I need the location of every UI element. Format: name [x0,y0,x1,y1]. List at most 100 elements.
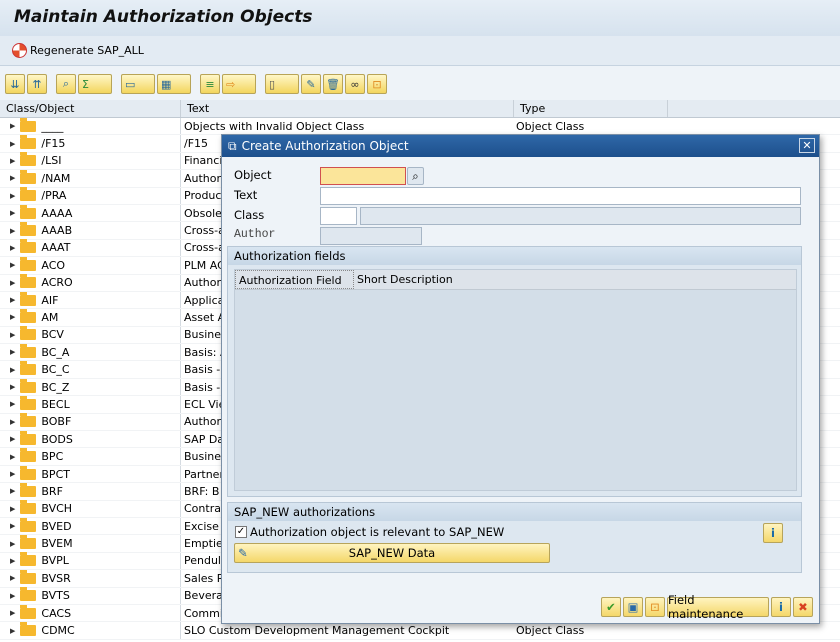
text-input[interactable] [320,187,801,205]
authorization-fields-table[interactable]: Authorization Field Short Description [234,269,797,491]
column-authorization-field[interactable]: Authorization Field [235,270,354,289]
expand-icon[interactable]: ▶ [10,174,15,182]
expand-icon[interactable]: ▶ [10,522,15,530]
class-description [360,207,801,225]
table-row[interactable]: ▶ CDMC SLO Custom Development Management C… [0,622,840,640]
expand-icon[interactable]: ▶ [10,383,15,391]
column-header-text[interactable]: Text [181,100,514,117]
info-icon[interactable]: i [771,597,791,617]
field-maintenance-button[interactable]: Field maintenance [667,593,769,621]
where-used-icon[interactable]: ∞ [345,74,365,94]
expand-icon[interactable]: ▶ [10,227,15,235]
class-name: ACRO [41,276,73,290]
column-short-description[interactable]: Short Description [354,270,456,289]
cancel-icon[interactable]: ✖ [793,597,813,617]
expand-icon[interactable]: ▶ [10,487,15,495]
table-row[interactable]: ▶ ____ Objects with Invalid Object Class Ob… [0,117,840,136]
search-help-icon[interactable]: ⌕ [407,167,424,185]
export-icon[interactable]: ⇨ [222,74,256,94]
expand-icon[interactable]: ▶ [10,348,15,356]
sort-icon[interactable]: ≡ [200,74,220,94]
expand-icon[interactable]: ▶ [10,157,15,165]
expand-icon[interactable]: ▶ [10,592,15,600]
text-cell: Objects with Invalid Object Class [184,119,365,133]
class-name: ____ [41,119,64,133]
folder-icon [20,343,37,358]
class-cell: ▶ BVED [0,517,181,535]
class-cell: ▶ /PRA [0,187,181,204]
expand-icon[interactable]: ▶ [10,470,15,478]
authorization-icon[interactable]: ⊡ [645,597,665,617]
folder-icon [20,222,37,237]
expand-icon[interactable]: ▶ [10,209,15,217]
text-cell: SLO Custom Development Management Cockpi… [184,624,450,638]
print-icon[interactable]: ▭ [121,74,155,94]
regenerate-label: Regenerate SAP_ALL [30,44,144,57]
sap-new-data-button[interactable]: ✎ SAP_NEW Data [234,543,550,563]
new-document-icon[interactable]: ▯ [265,74,299,94]
delete-icon[interactable]: 🗑 [323,74,343,94]
class-name: BPCT [41,467,70,481]
expand-icon[interactable]: ▶ [10,505,15,513]
author-field [320,227,422,245]
expand-icon[interactable]: ▶ [10,279,15,287]
layout-icon[interactable]: ▦ [157,74,191,94]
object-input[interactable] [320,167,406,185]
expand-icon[interactable]: ▶ [10,627,15,635]
expand-icon[interactable]: ▶ [10,366,15,374]
sum-icon[interactable]: Σ [78,74,112,94]
expand-all-icon[interactable]: ⇊ [5,74,25,94]
edit-icon[interactable]: ✎ [301,74,321,94]
class-name: BVEM [41,537,73,551]
class-input[interactable] [320,207,357,225]
class-name: BVED [41,519,72,533]
column-header-type[interactable]: Type [514,100,668,117]
class-cell: ▶ CACS [0,604,181,622]
expand-icon[interactable]: ▶ [10,192,15,200]
expand-icon[interactable]: ▶ [10,418,15,426]
class-name: /LSI [41,154,62,168]
folder-icon [20,517,37,532]
expand-icon[interactable]: ▶ [10,296,15,304]
folder-icon [20,552,37,567]
expand-icon[interactable]: ▶ [10,435,15,443]
expand-icon[interactable]: ▶ [10,453,15,461]
close-icon[interactable]: ✕ [799,138,815,153]
expand-icon[interactable]: ▶ [10,400,15,408]
column-header-class[interactable]: Class/Object [0,100,181,117]
folder-icon [20,274,37,289]
create-authorization-object-dialog: ⧉ Create Authorization Object ✕ Object ⌕… [221,134,820,624]
expand-icon[interactable]: ▶ [10,540,15,548]
expand-icon[interactable]: ▶ [10,313,15,321]
sap-new-checkbox[interactable]: ✓ [235,526,247,538]
expand-icon[interactable]: ▶ [10,609,15,617]
expand-icon[interactable]: ▶ [10,122,15,130]
sap-new-group: SAP_NEW authorizations ✓ Authorization o… [227,502,802,573]
class-cell: ▶ AAAA [0,204,181,222]
class-cell: ▶ ACRO [0,274,181,291]
author-label: Author [234,228,276,241]
class-name: AAAT [41,241,71,255]
expand-icon[interactable]: ▶ [10,140,15,148]
collapse-all-icon[interactable]: ⇈ [27,74,47,94]
save-icon[interactable]: ▣ [623,597,643,617]
class-cell: ▶ BCV [0,326,181,344]
expand-icon[interactable]: ▶ [10,261,15,269]
class-cell: ▶ CDMC [0,622,181,639]
confirm-icon[interactable]: ✔ [601,597,621,617]
class-name: AAAB [41,224,73,238]
expand-icon[interactable]: ▶ [10,244,15,252]
folder-icon [20,482,37,497]
folder-icon [20,117,37,132]
class-cell: ▶ BC_C [0,361,181,378]
expand-icon[interactable]: ▶ [10,557,15,565]
find-icon[interactable]: ⌕ [56,74,76,94]
info-icon[interactable]: i [763,523,783,543]
class-name: AAAA [41,206,73,220]
expand-icon[interactable]: ▶ [10,331,15,339]
regenerate-button[interactable]: Regenerate SAP_ALL [12,43,144,58]
expand-icon[interactable]: ▶ [10,574,15,582]
authorization-icon[interactable]: ⊡ [367,74,387,94]
class-cell: ▶ /F15 [0,135,181,152]
folder-icon [20,204,37,219]
